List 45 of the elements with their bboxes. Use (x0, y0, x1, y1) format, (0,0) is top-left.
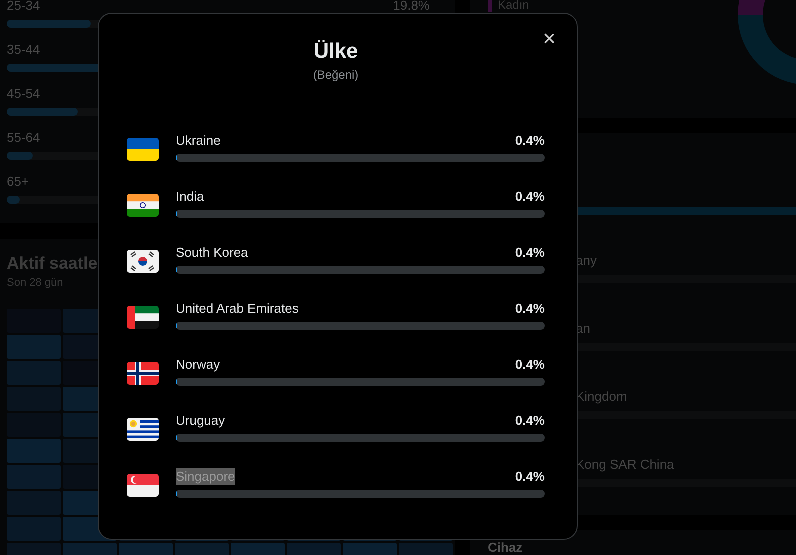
heatmap-cell (7, 543, 61, 555)
country-name: South Korea (176, 244, 248, 260)
age-label: 45-54 (7, 86, 40, 102)
dialog-subtitle: (Beğeni) (313, 68, 359, 82)
age-label: 35-44 (7, 42, 40, 58)
heatmap-cell (119, 543, 173, 555)
flag-icon (127, 138, 159, 161)
flag-icon (127, 250, 159, 273)
country-name: Norway (176, 356, 220, 372)
heatmap-cell (175, 543, 229, 555)
heatmap-cell (7, 465, 61, 489)
heatmap-cell (7, 361, 61, 385)
percentage-value: 0.4% (515, 244, 545, 260)
country-name: India (176, 188, 204, 204)
close-button[interactable]: × (539, 28, 560, 50)
percentage-value: 0.4% (515, 356, 545, 372)
heatmap-cell (7, 491, 61, 515)
flag-icon (127, 474, 159, 497)
age-label: 65+ (7, 174, 30, 190)
country-name: United Arab Emirates (176, 300, 299, 316)
percentage-value: 0.4% (515, 300, 545, 316)
flag-icon (127, 194, 159, 217)
percentage-value: 0.4% (515, 132, 545, 148)
section-title: Cihaz (488, 541, 523, 554)
heatmap-cell (343, 543, 397, 555)
percentage-value: 0.4% (515, 468, 545, 484)
percentage-value: 0.4% (515, 188, 545, 204)
heatmap-cell (7, 335, 61, 359)
country-name: Ukraine (176, 132, 221, 148)
country-name: Singapore (176, 468, 236, 484)
heatmap-cell (7, 439, 61, 463)
country-name: Uruguay (176, 412, 226, 428)
flag-icon (127, 306, 159, 329)
dialog-title: Ülke (314, 39, 358, 65)
heatmap-cell (63, 543, 117, 555)
age-percentage: 19.8% (393, 0, 430, 14)
age-label: 55-64 (7, 130, 40, 146)
heatmap-cell (7, 517, 61, 541)
heatmap-cell (399, 543, 453, 555)
age-label: 25-34 (7, 0, 40, 14)
percentage-value: 0.4% (515, 412, 545, 428)
heatmap-cell (287, 543, 341, 555)
heatmap-cell (231, 543, 285, 555)
flag-icon (127, 362, 159, 385)
flag-icon (127, 418, 159, 441)
